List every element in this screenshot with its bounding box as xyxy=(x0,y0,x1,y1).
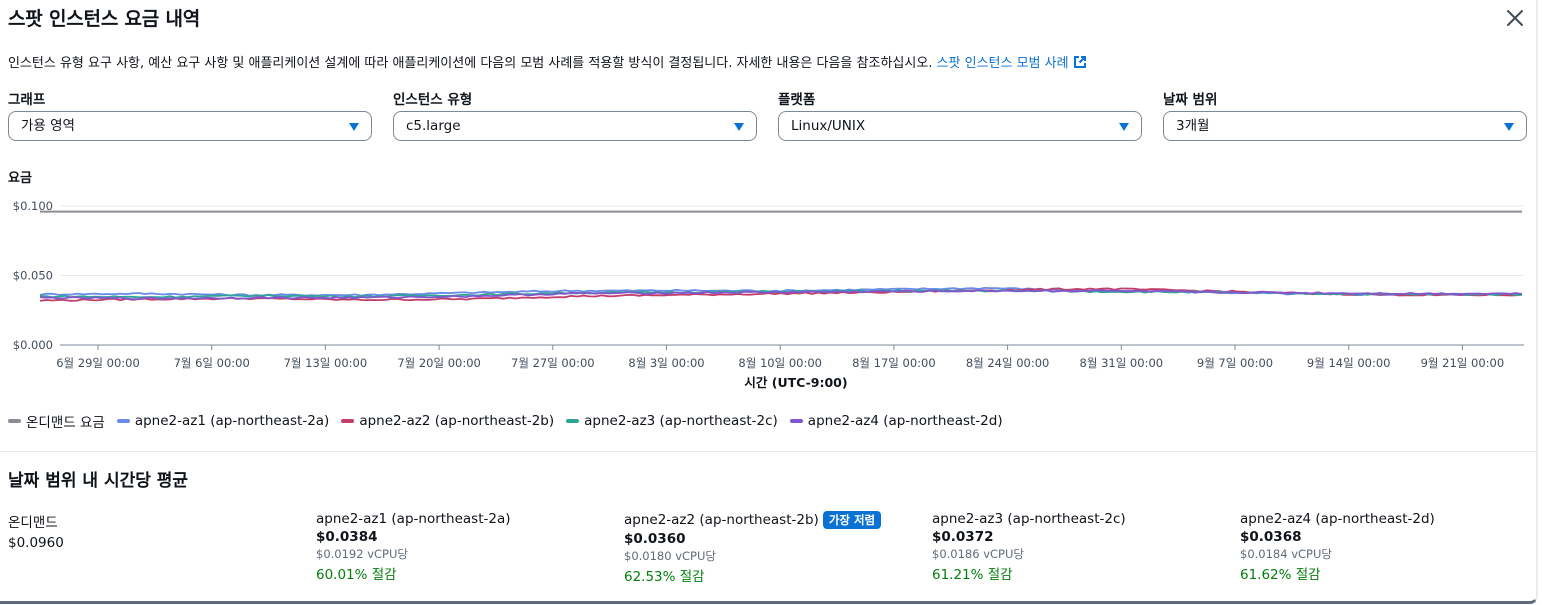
zone-price: $0.0360 xyxy=(624,531,686,547)
close-button[interactable] xyxy=(1502,6,1528,32)
legend-swatch xyxy=(789,419,803,423)
date-range-label: 날짜 범위 xyxy=(1163,92,1218,108)
x-axis-title: 시간 (UTC-9:00) xyxy=(744,375,847,390)
x-tick-label: 7월 20일 00:00 xyxy=(397,356,481,370)
caret-down-icon xyxy=(1504,123,1514,131)
zone-price: $0.0368 xyxy=(1240,529,1302,545)
x-tick-label: 7월 27일 00:00 xyxy=(511,356,595,370)
on-demand-name: 온디맨드 xyxy=(8,515,58,531)
zone-savings: 60.01% 절감 xyxy=(316,567,397,583)
description-text: 인스턴스 유형 요구 사항, 예산 요구 사항 및 애플리케이션 설계에 따라 … xyxy=(8,56,933,71)
zone-name: apne2-az3 (ap-northeast-2c) xyxy=(932,511,1126,527)
caret-down-icon xyxy=(734,123,744,131)
close-icon xyxy=(1507,10,1523,26)
x-tick-label: 8월 31일 00:00 xyxy=(1080,356,1164,370)
zone-name: apne2-az1 (ap-northeast-2a) xyxy=(316,511,511,527)
zone-price: $0.0372 xyxy=(932,529,994,545)
instance-type-select[interactable]: c5.large xyxy=(393,111,757,141)
x-tick-label: 6월 29일 00:00 xyxy=(56,356,140,370)
legend-item-az2[interactable]: apne2-az2 (ap-northeast-2b) xyxy=(341,411,554,431)
chart-y-label: 요금 xyxy=(8,171,32,186)
legend-item-on_demand[interactable]: 온디맨드 요금 xyxy=(8,411,105,431)
external-link-icon xyxy=(1073,56,1086,68)
zone-vcpu-price: $0.0192 vCPU당 xyxy=(316,547,408,561)
x-tick-label: 9월 21일 00:00 xyxy=(1421,356,1505,370)
best-practices-link-text[interactable]: 스팟 인스턴스 모범 사례 xyxy=(937,56,1069,71)
description: 인스턴스 유형 요구 사항, 예산 요구 사항 및 애플리케이션 설계에 따라 … xyxy=(8,52,1087,71)
cheapest-badge: 가장 저렴 xyxy=(822,511,882,529)
x-tick-label: 8월 3일 00:00 xyxy=(628,356,704,370)
date-range-select-value: 3개월 xyxy=(1176,118,1210,134)
zone-vcpu-price: $0.0186 vCPU당 xyxy=(932,547,1024,561)
legend-swatch xyxy=(8,419,21,423)
caret-down-icon xyxy=(349,123,359,131)
averages-title: 날짜 범위 내 시간당 평균 xyxy=(8,471,189,491)
legend-item-az4[interactable]: apne2-az4 (ap-northeast-2d) xyxy=(789,411,1003,431)
x-tick-label: 9월 7일 00:00 xyxy=(1197,356,1273,370)
platform-select-value: Linux/UNIX xyxy=(791,118,866,134)
x-tick-label: 7월 13일 00:00 xyxy=(284,356,368,370)
x-tick-label: 8월 17일 00:00 xyxy=(852,356,936,370)
x-tick-label: 7월 6일 00:00 xyxy=(174,356,250,370)
legend-label: apne2-az3 (ap-northeast-2c) xyxy=(584,413,778,429)
zone-average-az4: apne2-az4 (ap-northeast-2d) $0.0368 $0.0… xyxy=(1240,511,1435,583)
platform-label: 플랫폼 xyxy=(778,92,816,108)
zone-average-az1: apne2-az1 (ap-northeast-2a) $0.0384 $0.0… xyxy=(316,511,511,583)
legend-item-az1[interactable]: apne2-az1 (ap-northeast-2a) xyxy=(116,411,330,431)
price-history-chart[interactable]: $0.100$0.050$0.0006월 29일 00:00 7월 6일 00:0… xyxy=(0,190,1536,400)
legend-label: apne2-az4 (ap-northeast-2d) xyxy=(807,413,1003,429)
chart-legend: 온디맨드 요금 apne2-az1 (ap-northeast-2a) apne2-… xyxy=(8,411,1003,431)
graph-select[interactable]: 가용 영역 xyxy=(8,111,372,141)
zone-savings: 62.53% 절감 xyxy=(624,569,705,585)
on-demand-average: 온디맨드 $0.0960 xyxy=(8,511,64,551)
caret-down-icon xyxy=(1119,123,1129,131)
best-practices-link[interactable]: 스팟 인스턴스 모범 사례 xyxy=(937,56,1087,71)
platform-select[interactable]: Linux/UNIX xyxy=(778,111,1142,141)
date-range-select[interactable]: 3개월 xyxy=(1163,111,1527,141)
legend-label: 온디맨드 요금 xyxy=(26,415,105,431)
x-tick-label: 9월 14일 00:00 xyxy=(1307,356,1391,370)
zone-vcpu-price: $0.0180 vCPU당 xyxy=(624,549,716,563)
legend-swatch xyxy=(566,419,580,423)
on-demand-price: $0.0960 xyxy=(8,535,64,551)
zone-savings: 61.21% 절감 xyxy=(932,567,1013,583)
legend-label: apne2-az1 (ap-northeast-2a) xyxy=(134,413,330,429)
zone-vcpu-price: $0.0184 vCPU당 xyxy=(1240,547,1332,561)
y-tick-label: $0.000 xyxy=(13,338,53,352)
graph-select-value: 가용 영역 xyxy=(21,118,75,134)
x-tick-label: 8월 10일 00:00 xyxy=(738,356,822,370)
legend-swatch xyxy=(341,419,355,423)
zone-average-az2: apne2-az2 (ap-northeast-2b) 가장 저렴 $0.0360… xyxy=(624,511,882,585)
legend-swatch xyxy=(116,419,130,423)
zone-savings: 61.62% 절감 xyxy=(1240,567,1321,583)
instance-type-label: 인스턴스 유형 xyxy=(393,92,473,108)
zone-name-row: apne2-az2 (ap-northeast-2b) 가장 저렴 xyxy=(624,511,882,529)
legend-label: apne2-az2 (ap-northeast-2b) xyxy=(359,413,555,429)
instance-type-select-value: c5.large xyxy=(406,118,461,134)
graph-label: 그래프 xyxy=(8,92,46,108)
zone-name: apne2-az4 (ap-northeast-2d) xyxy=(1240,511,1435,527)
modal-title: 스팟 인스턴스 요금 내역 xyxy=(8,8,201,30)
zone-price: $0.0384 xyxy=(316,529,378,545)
legend-item-az3[interactable]: apne2-az3 (ap-northeast-2c) xyxy=(566,411,778,431)
zone-name: apne2-az2 (ap-northeast-2b) xyxy=(624,512,819,528)
zone-average-az3: apne2-az3 (ap-northeast-2c) $0.0372 $0.0… xyxy=(932,511,1126,583)
spot-price-history-modal: 스팟 인스턴스 요금 내역 인스턴스 유형 요구 사항, 예산 요구 사항 및 … xyxy=(0,0,1538,604)
divider xyxy=(0,451,1536,452)
y-tick-label: $0.050 xyxy=(13,269,53,283)
x-tick-label: 8월 24일 00:00 xyxy=(966,356,1050,370)
